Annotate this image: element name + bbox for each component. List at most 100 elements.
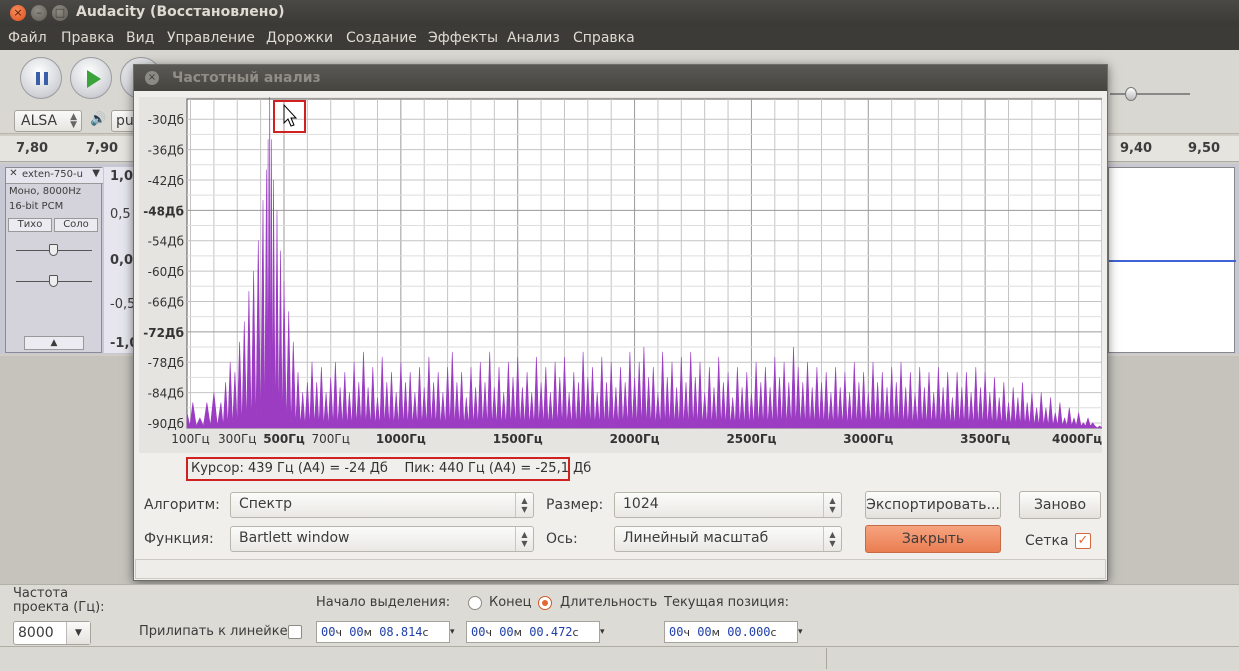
selection-start-time[interactable]: 00ч 00м 08.814с <box>316 621 450 643</box>
chevron-down-icon[interactable]: ▾ <box>600 621 610 643</box>
dialog-titlebar[interactable]: × Частотный анализ <box>134 65 1107 91</box>
minutes-value: 00 <box>499 625 514 639</box>
dialog-close-icon[interactable]: × <box>145 71 159 85</box>
menu-transport[interactable]: Управление <box>167 30 255 46</box>
seconds-value: 00.472 <box>529 625 573 639</box>
y-tick-label: -84Дб <box>148 387 184 401</box>
minutes-value: 00 <box>697 625 712 639</box>
menu-file[interactable]: Файл <box>8 30 47 46</box>
axis-value: Линейный масштаб <box>623 530 769 546</box>
current-position-label: Текущая позиция: <box>664 595 789 610</box>
x-tick-label: 100Гц <box>171 432 209 446</box>
x-tick-label: 1000Гц <box>376 432 426 446</box>
replot-button[interactable]: Заново <box>1019 491 1101 519</box>
close-button[interactable]: Закрыть <box>865 525 1001 553</box>
scale-label: 0,5 <box>110 207 131 222</box>
snap-label: Прилипать к линейке <box>139 624 288 639</box>
window-minimize-icon[interactable]: – <box>31 5 47 21</box>
seconds-unit: с <box>572 626 579 639</box>
y-tick-label: -78Дб <box>148 356 184 370</box>
y-tick-label: -30Дб <box>148 113 184 127</box>
menu-analyze[interactable]: Анализ <box>507 30 560 46</box>
playback-speed-knob[interactable] <box>1125 87 1137 101</box>
size-select[interactable]: 1024 ▲ ▼ <box>614 492 842 518</box>
select-arrows-icon: ▲ ▼ <box>823 527 841 551</box>
dialog-title: Частотный анализ <box>172 70 321 86</box>
algorithm-select[interactable]: Спектр ▲ ▼ <box>230 492 534 518</box>
menu-generate[interactable]: Создание <box>346 30 417 46</box>
y-tick-label: -72Дб <box>143 326 184 340</box>
y-tick-label: -36Дб <box>148 144 184 158</box>
x-tick-label: 4000Гц <box>1052 432 1102 446</box>
seconds-unit: с <box>422 626 429 639</box>
chevron-down-icon: ▼ <box>66 622 90 644</box>
gain-knob[interactable] <box>49 244 58 256</box>
pause-icon <box>36 72 48 85</box>
collapse-track-icon[interactable]: ▲ <box>24 336 84 350</box>
function-select[interactable]: Bartlett window ▲ ▼ <box>230 526 534 552</box>
size-value: 1024 <box>623 496 659 512</box>
menu-bar: Файл Правка Вид Управление Дорожки Созда… <box>0 26 1239 50</box>
minutes-value: 00 <box>349 625 364 639</box>
y-tick-label: -90Дб <box>148 417 184 431</box>
track-control-panel: ✕ exten-750-u ▼ Моно, 8000Hz 16-bit PCM … <box>5 167 103 353</box>
spectrum-chart[interactable]: -30Дб -36Дб -42Дб -48Дб -54Дб -60Дб -66Дб -72Дб… <box>139 97 1102 453</box>
track-menu-arrow-icon[interactable]: ▼ <box>92 168 100 179</box>
hours-value: 00 <box>321 625 336 639</box>
track-name-bar[interactable]: ✕ exten-750-u ▼ <box>6 168 103 184</box>
play-button[interactable] <box>70 57 112 99</box>
track-amplitude-scale: 1,0 0,5 0,0 -0,5 -1,0 <box>104 167 138 353</box>
chevron-down-icon[interactable]: ▾ <box>798 621 808 643</box>
seconds-value: 08.814 <box>379 625 423 639</box>
x-tick-label: 3000Гц <box>843 432 893 446</box>
grid-label: Сетка <box>1025 533 1069 549</box>
playback-speed-slider[interactable] <box>1110 93 1190 95</box>
scale-label: -0,5 <box>110 297 136 312</box>
peak-highlight-box <box>273 100 306 133</box>
track-name: exten-750-u <box>22 169 83 180</box>
output-device-select[interactable]: pu <box>111 110 135 132</box>
menu-tracks[interactable]: Дорожки <box>266 30 333 46</box>
snap-checkbox[interactable] <box>288 625 302 639</box>
grid-checkbox[interactable]: ✓ <box>1075 533 1091 549</box>
y-tick-label: -42Дб <box>148 174 184 188</box>
solo-button[interactable]: Соло <box>54 218 98 232</box>
select-arrows-icon: ▲ ▼ <box>70 112 77 130</box>
chevron-down-icon[interactable]: ▾ <box>450 621 460 643</box>
current-position-time[interactable]: 00ч 00м 00.000с <box>664 621 798 643</box>
spectrum-plot-area[interactable]: -30Дб -36Дб -42Дб -48Дб -54Дб -60Дб -66Дб -72Дб… <box>139 97 1102 453</box>
selection-length-time[interactable]: 00ч 00м 00.472с <box>466 621 600 643</box>
window-close-icon[interactable]: × <box>10 5 26 21</box>
project-rate-select[interactable]: 8000 ▼ <box>13 621 91 645</box>
pause-button[interactable] <box>20 57 62 99</box>
menu-view[interactable]: Вид <box>126 30 154 46</box>
audio-host-value: ALSA <box>21 113 58 129</box>
track-close-icon[interactable]: ✕ <box>7 168 20 179</box>
y-tick-label: -48Дб <box>143 204 184 218</box>
menu-edit[interactable]: Правка <box>61 30 114 46</box>
audio-host-select[interactable]: ALSA ▲ ▼ <box>14 110 82 132</box>
frequency-analysis-dialog: × Частотный анализ -30Дб -36Дб -42Дб -48Дб -… <box>133 64 1108 581</box>
mute-button[interactable]: Тихо <box>8 218 52 232</box>
output-device-value: pu <box>116 113 134 129</box>
function-value: Bartlett window <box>239 530 350 546</box>
waveform-view[interactable] <box>1108 167 1236 353</box>
pan-knob[interactable] <box>49 275 58 287</box>
window-maximize-icon[interactable]: □ <box>52 5 68 21</box>
cursor-readout: Курсор: 439 Гц (A4) = -24 Дб Пик: 440 Гц… <box>186 457 591 481</box>
hours-value: 00 <box>669 625 684 639</box>
export-button[interactable]: Экспортировать... <box>865 491 1001 519</box>
scale-label: 1,0 <box>110 169 134 184</box>
seconds-unit: с <box>770 626 777 639</box>
menu-effects[interactable]: Эффекты <box>428 30 498 46</box>
window-titlebar: × – □ Audacity (Восстановлено) <box>0 0 1239 26</box>
track-bitdepth: 16-bit PCM <box>9 201 64 212</box>
end-radio[interactable] <box>468 596 482 610</box>
project-rate-label: Частота проекта (Гц): <box>13 586 105 615</box>
length-radio[interactable] <box>538 596 552 610</box>
ruler-label: 7,90 <box>86 141 119 156</box>
axis-select[interactable]: Линейный масштаб ▲ ▼ <box>614 526 842 552</box>
menu-help[interactable]: Справка <box>573 30 635 46</box>
x-tick-label: 2000Гц <box>610 432 660 446</box>
hours-unit: ч <box>485 626 492 639</box>
